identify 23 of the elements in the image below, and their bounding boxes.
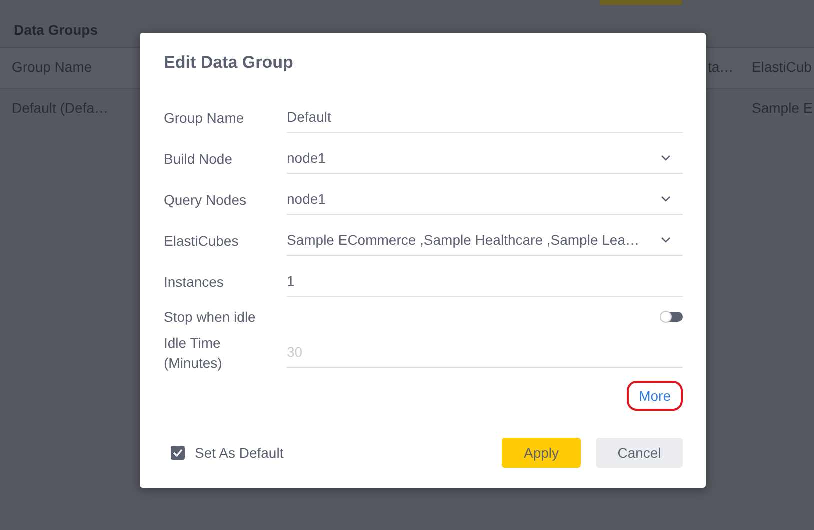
- select-field[interactable]: Sample ECommerce ,Sample Healthcare ,Sample Lea…: [287, 226, 683, 256]
- dialog-title: Edit Data Group: [164, 53, 294, 73]
- field-label: Instances: [164, 272, 225, 292]
- toggle-switch[interactable]: [661, 312, 683, 322]
- field-label: Build Node: [164, 150, 234, 168]
- cancel-button[interactable]: Cancel: [596, 438, 683, 468]
- chevron-down-icon: [661, 237, 671, 243]
- field-label: Idle Time (Minutes): [164, 334, 224, 372]
- field-label: Query Nodes: [164, 190, 248, 210]
- chevron-down-icon: [661, 155, 671, 161]
- apply-button[interactable]: Apply: [502, 438, 581, 468]
- text-field[interactable]: Default: [287, 102, 683, 132]
- select-field[interactable]: node1: [287, 144, 683, 174]
- text-field[interactable]: 1: [287, 266, 683, 296]
- chevron-down-icon: [661, 196, 671, 202]
- field-label: Stop when idle: [164, 308, 257, 327]
- checkbox[interactable]: [171, 446, 185, 460]
- checkbox-label: Set As Default: [195, 445, 284, 461]
- more-link[interactable]: More: [627, 381, 683, 411]
- field-label: Group Name: [164, 108, 246, 128]
- checkmark-icon: [173, 449, 183, 457]
- field-label: ElastiCubes: [164, 232, 240, 250]
- select-field[interactable]: node1: [287, 184, 683, 214]
